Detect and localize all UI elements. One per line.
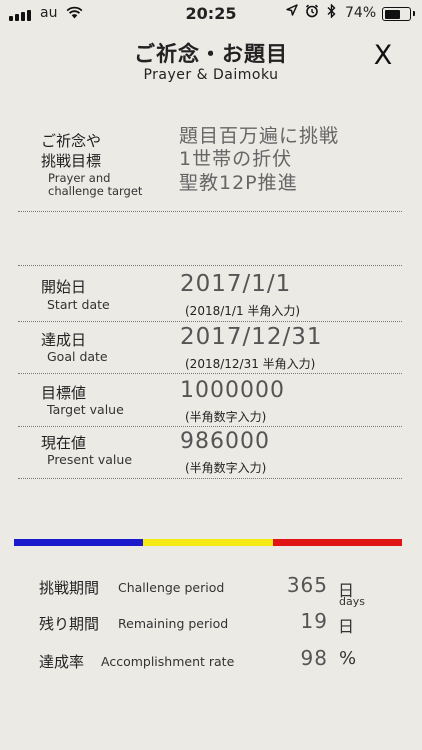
start-date-label-ja: 開始日	[41, 278, 87, 296]
remaining-period-unit: 日	[338, 617, 355, 636]
goal-label-ja-line2: 挑戦目標	[41, 152, 102, 170]
goal-date-input[interactable]: 2017/12/31	[180, 324, 323, 350]
target-value-label-en: Target value	[47, 402, 124, 417]
start-date-input[interactable]: 2017/1/1	[180, 271, 291, 297]
bluetooth-icon	[327, 3, 336, 22]
present-value-label-en: Present value	[47, 452, 133, 467]
challenge-period-label-ja: 挑戦期間	[39, 579, 100, 597]
target-value-label-ja: 目標値	[41, 384, 87, 402]
start-date-hint: (2018/1/1 半角入力)	[185, 304, 301, 318]
remaining-period-value: 19	[300, 609, 328, 633]
challenge-period-unit-en: days	[339, 595, 365, 608]
divider	[18, 478, 402, 479]
accomplishment-rate-unit: %	[339, 648, 357, 669]
accomplishment-rate-label-ja: 達成率	[39, 653, 85, 671]
tricolor-bar	[14, 539, 402, 546]
divider	[18, 426, 402, 427]
divider	[18, 373, 402, 374]
goal-date-label-en: Goal date	[47, 349, 108, 364]
remaining-period-label-ja: 残り期間	[39, 615, 100, 633]
goal-text-field[interactable]: 題目百万遍に挑戦 1世帯の折伏 聖教12P推進	[179, 125, 389, 195]
divider	[18, 265, 402, 266]
goal-date-hint: (2018/12/31 半角入力)	[185, 357, 316, 371]
alarm-icon	[305, 4, 319, 22]
page-subtitle: Prayer & Daimoku	[143, 67, 279, 83]
goal-line: 聖教12P推進	[179, 171, 298, 194]
divider	[18, 211, 402, 212]
present-value-label-ja: 現在値	[41, 434, 87, 452]
battery-percent: 74%	[345, 5, 377, 21]
battery-icon	[382, 7, 415, 21]
accomplishment-rate-label-en: Accomplishment rate	[101, 654, 235, 669]
page-title: ご祈念・お題目	[134, 42, 288, 66]
bar-segment-red	[272, 539, 402, 546]
close-button[interactable]: X	[370, 40, 396, 71]
present-value-hint: (半角数字入力)	[185, 461, 267, 475]
goal-date-label-ja: 達成日	[41, 331, 87, 349]
target-value-input[interactable]: 1000000	[180, 378, 285, 403]
target-value-hint: (半角数字入力)	[185, 410, 267, 424]
status-bar: au 20:25 74%	[0, 0, 422, 28]
goal-line: 題目百万遍に挑戦	[179, 125, 340, 147]
location-arrow-icon	[286, 4, 298, 21]
challenge-period-label-en: Challenge period	[118, 580, 225, 595]
remaining-period-label-en: Remaining period	[118, 616, 229, 631]
goal-label-en-line2: challenge target	[48, 184, 143, 198]
accomplishment-rate-value: 98	[300, 646, 328, 670]
start-date-label-en: Start date	[47, 297, 110, 312]
battery-fill	[384, 9, 401, 19]
goal-label-ja-line1: ご祈念や	[41, 132, 102, 150]
challenge-period-value: 365	[286, 573, 328, 597]
bar-segment-blue	[14, 539, 144, 546]
present-value-input[interactable]: 986000	[180, 429, 270, 454]
divider	[18, 321, 402, 322]
bar-segment-yellow	[143, 539, 273, 546]
goal-line: 1世帯の折伏	[179, 148, 293, 171]
